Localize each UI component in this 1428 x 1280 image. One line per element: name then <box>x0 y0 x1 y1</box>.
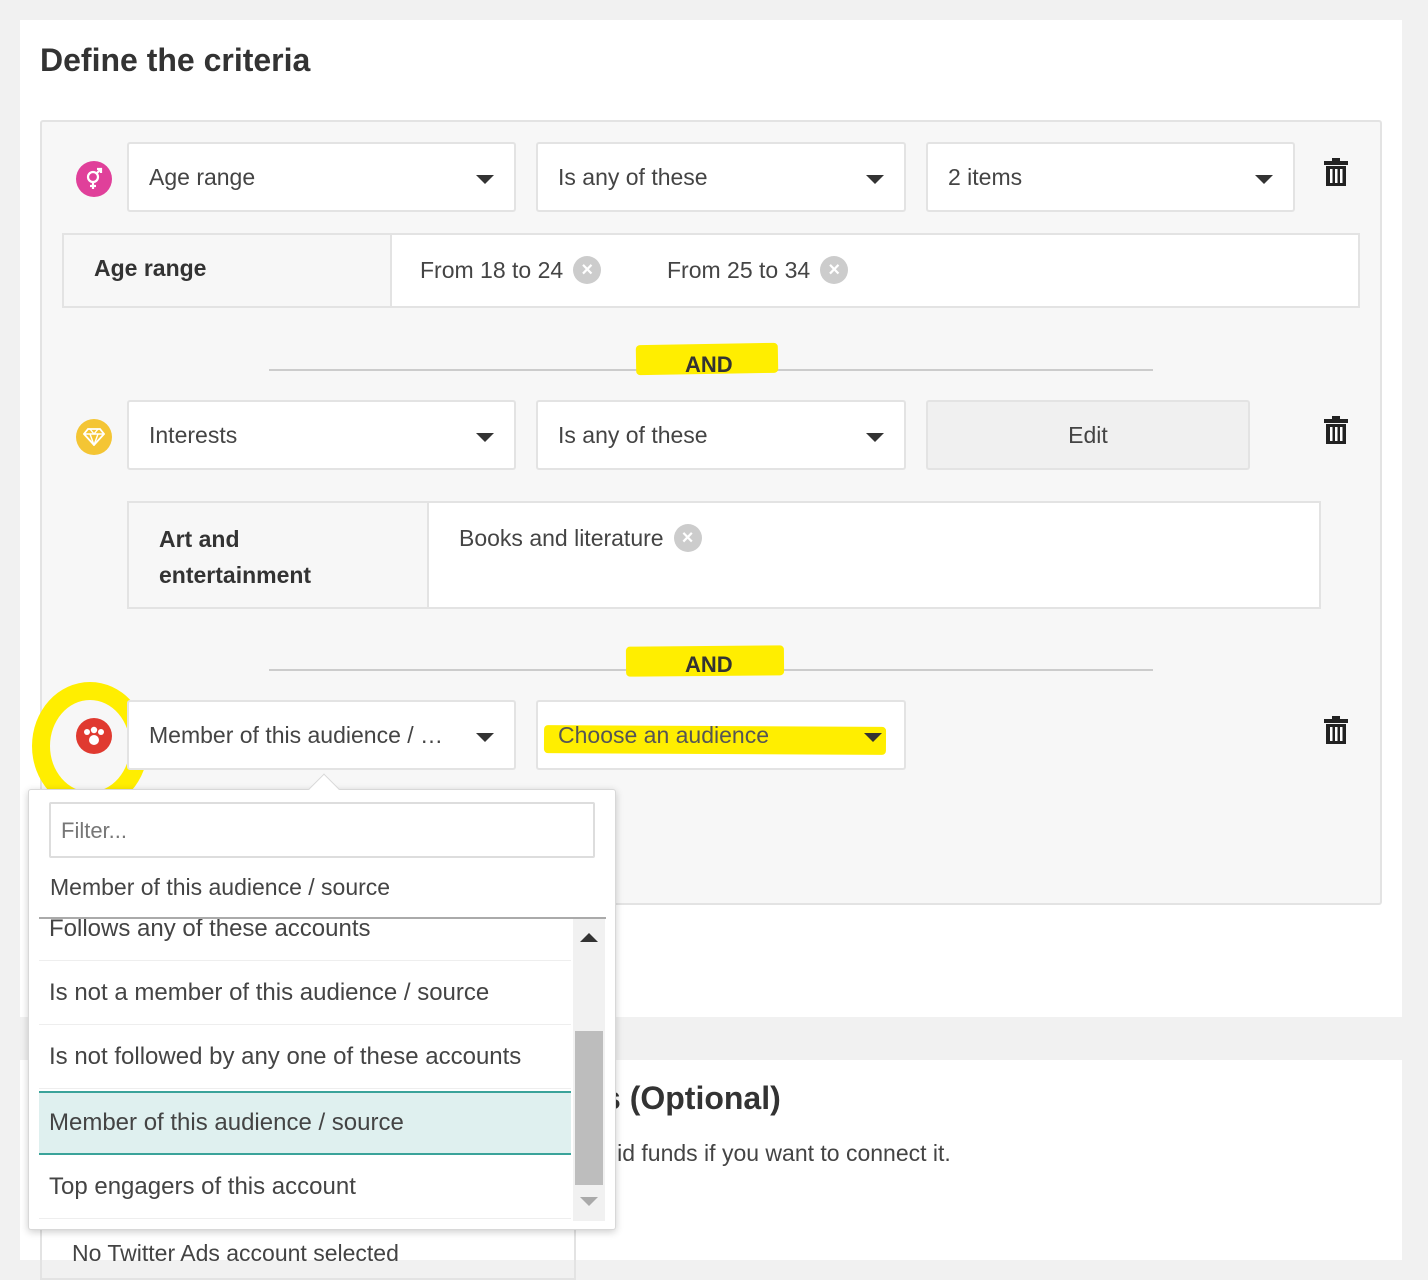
list-item[interactable]: Is not followed by any one of these acco… <box>39 1025 571 1089</box>
filter-input[interactable]: Filter... <box>49 802 595 858</box>
rule2-field-select[interactable]: Interests <box>127 400 516 470</box>
list-item[interactable]: Top engagers of this account <box>39 1155 571 1219</box>
rule1-tag-1: From 25 to 34 × <box>667 256 849 284</box>
scroll-down-icon[interactable] <box>580 1197 598 1206</box>
diamond-icon <box>76 419 112 455</box>
rule1-operator-select[interactable]: Is any of these <box>536 142 906 212</box>
rule1-field-value: Age range <box>149 163 256 190</box>
chevron-down-icon <box>866 433 884 442</box>
rule1-group-label: Age range <box>64 235 392 306</box>
gender-icon <box>76 161 112 197</box>
options-list: Follows any of these accounts Is not a m… <box>29 919 617 1221</box>
field-dropdown-menu: Filter... Member of this audience / sour… <box>28 773 617 1230</box>
chevron-down-icon <box>476 733 494 742</box>
chevron-down-icon <box>866 175 884 184</box>
trash-icon[interactable] <box>1324 716 1348 744</box>
rule2-tag-row: Art and entertainment <box>127 501 1321 609</box>
dropdown-current-value: Member of this audience / source <box>50 874 391 900</box>
rule2-group-label: Art and entertainment <box>129 503 429 607</box>
list-item[interactable]: Is not a member of this audience / sourc… <box>39 961 571 1025</box>
section-title: Define the criteria <box>40 42 311 78</box>
list-item-selected[interactable]: Member of this audience / source <box>39 1091 571 1155</box>
gender-glyph <box>86 167 103 189</box>
section2-title: s (Optional) <box>603 1080 781 1116</box>
chevron-down-icon <box>864 733 882 742</box>
scrollbar-thumb[interactable] <box>575 1031 603 1185</box>
rule1-field-select[interactable]: Age range <box>127 142 516 212</box>
rule1-operator-value: Is any of these <box>558 163 708 190</box>
tag-label: Books and literature <box>459 524 664 551</box>
rule1-tag-0: From 18 to 24 × <box>420 256 602 284</box>
ads-account-select-value: No Twitter Ads account selected <box>72 1240 399 1266</box>
rule2-field-value: Interests <box>149 421 238 448</box>
rule2-group-label-text: Art and entertainment <box>159 526 312 588</box>
audience-placeholder: Choose an audience <box>558 721 769 748</box>
rule3-field-select[interactable]: Member of this audience / … <box>127 700 516 770</box>
tag-label: From 25 to 34 <box>667 256 811 283</box>
rule1-group-label-text: Age range <box>94 255 207 281</box>
remove-tag-icon[interactable]: × <box>820 256 849 284</box>
rule2-tag-0: Books and literature × <box>459 524 702 552</box>
remove-tag-icon[interactable]: × <box>673 524 702 552</box>
option-label: Is not followed by any one of these acco… <box>49 1042 522 1070</box>
chevron-down-icon <box>476 175 494 184</box>
filter-placeholder: Filter... <box>61 818 128 843</box>
section2-description: lid funds if you want to connect it. <box>612 1140 951 1166</box>
rule1-value-select[interactable]: 2 items <box>926 142 1295 212</box>
remove-tag-icon[interactable]: × <box>573 256 602 284</box>
rule3-audience-select[interactable]: Choose an audience <box>536 700 906 770</box>
option-label: Is not a member of this audience / sourc… <box>49 978 490 1006</box>
option-label: Top engagers of this account <box>49 1172 356 1200</box>
trash-icon[interactable] <box>1324 416 1348 444</box>
rule2-operator-value: Is any of these <box>558 421 708 448</box>
rule1-value-text: 2 items <box>948 163 1023 190</box>
diamond-glyph <box>83 428 105 446</box>
audience-icon <box>76 718 112 754</box>
scroll-up-icon[interactable] <box>580 933 598 942</box>
rule3-field-value: Member of this audience / … <box>149 721 444 748</box>
and-label: AND <box>685 652 733 677</box>
scrollbar[interactable] <box>573 919 605 1221</box>
rule2-operator-select[interactable]: Is any of these <box>536 400 906 470</box>
trash-icon[interactable] <box>1324 158 1348 186</box>
audience-glyph <box>84 726 104 745</box>
option-label: Member of this audience / source <box>49 1109 404 1136</box>
rule2-edit-button[interactable]: Edit <box>926 400 1250 470</box>
and-label: AND <box>685 352 733 377</box>
chevron-down-icon <box>476 433 494 442</box>
option-label: Follows any of these accounts <box>49 919 371 942</box>
chevron-down-icon <box>1255 175 1273 184</box>
edit-button-label: Edit <box>1068 421 1108 448</box>
tag-label: From 18 to 24 <box>420 256 564 283</box>
list-item[interactable]: Follows any of these accounts <box>39 919 571 961</box>
